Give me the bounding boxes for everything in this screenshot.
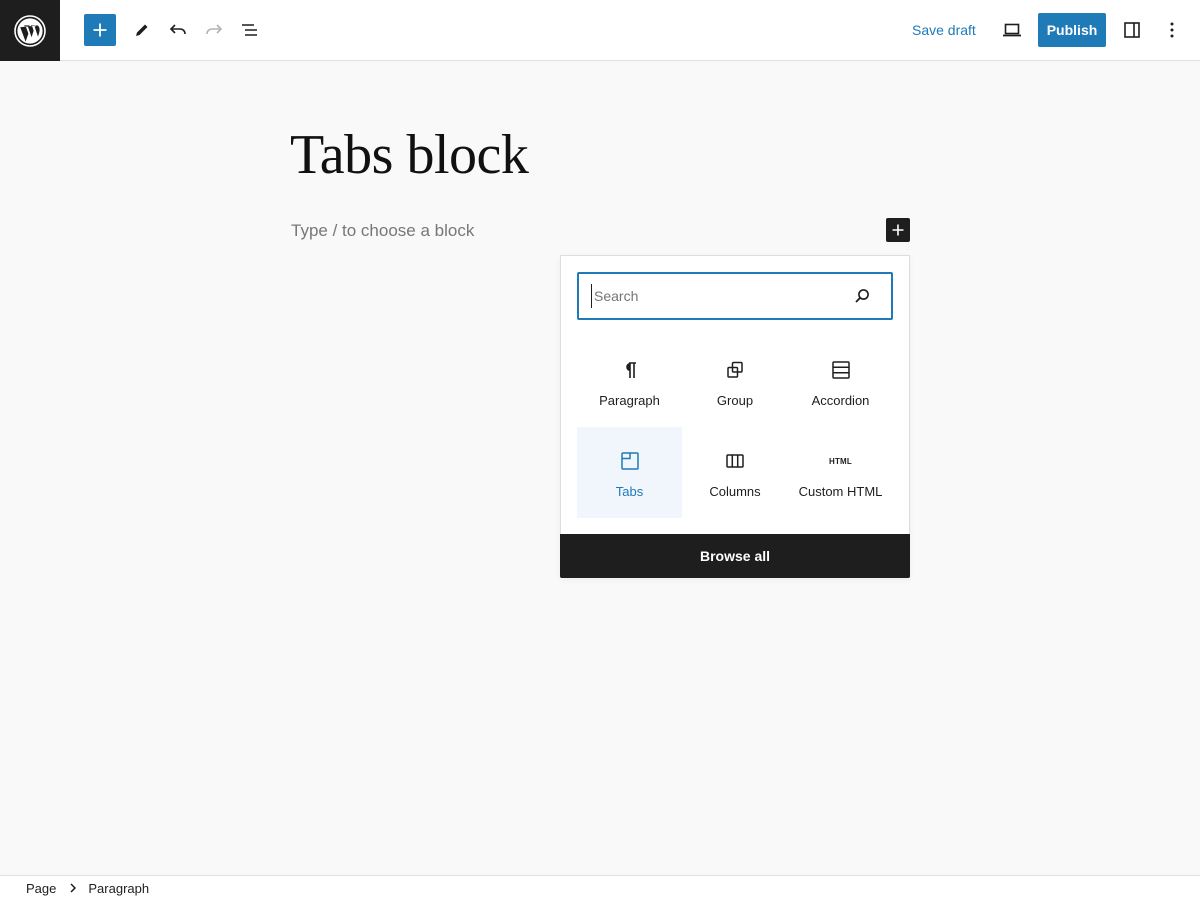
block-option-label: Group bbox=[716, 393, 754, 408]
browse-all-button[interactable]: Browse all bbox=[560, 534, 910, 578]
block-option-label: Accordion bbox=[811, 393, 870, 408]
post-title[interactable]: Tabs block bbox=[290, 123, 529, 187]
redo-button[interactable] bbox=[198, 14, 230, 46]
save-draft-button[interactable]: Save draft bbox=[904, 14, 984, 46]
undo-icon bbox=[169, 24, 186, 35]
redo-icon bbox=[206, 24, 223, 35]
inline-block-inserter-button[interactable] bbox=[886, 218, 910, 242]
block-option-label: Tabs bbox=[615, 484, 644, 499]
options-button[interactable] bbox=[1156, 14, 1188, 46]
block-option-columns[interactable]: Columns bbox=[682, 427, 788, 518]
block-option-label: Columns bbox=[709, 484, 761, 499]
wordpress-logo-button[interactable] bbox=[0, 0, 60, 61]
tools-button[interactable] bbox=[126, 14, 158, 46]
block-search-input[interactable] bbox=[591, 284, 841, 308]
wordpress-logo-icon bbox=[14, 14, 46, 47]
quick-inserter-popover: Paragraph Group Accordion Tabs Columns bbox=[560, 255, 910, 578]
block-option-accordion[interactable]: Accordion bbox=[788, 336, 893, 427]
paragraph-icon bbox=[625, 362, 636, 378]
tabs-icon bbox=[620, 452, 639, 470]
laptop-icon bbox=[1003, 23, 1021, 37]
chevron-right-icon bbox=[70, 883, 77, 893]
plus-icon bbox=[892, 224, 904, 236]
block-option-group[interactable]: Group bbox=[682, 336, 788, 427]
sidebar-icon bbox=[1124, 22, 1140, 38]
block-search-field bbox=[577, 272, 893, 320]
search-icon bbox=[855, 289, 869, 303]
settings-button[interactable] bbox=[1116, 14, 1148, 46]
editor-header: Save draft Publish bbox=[0, 0, 1200, 61]
vertical-ellipsis-icon bbox=[1170, 22, 1174, 38]
plus-icon bbox=[93, 23, 107, 37]
publish-button[interactable]: Publish bbox=[1038, 13, 1106, 47]
html-icon: HTML bbox=[828, 456, 852, 466]
block-option-paragraph[interactable]: Paragraph bbox=[577, 336, 682, 427]
block-types-list: Paragraph Group Accordion Tabs Columns H… bbox=[577, 336, 895, 518]
group-icon bbox=[727, 361, 743, 378]
block-option-custom-html[interactable]: HTML Custom HTML bbox=[788, 427, 893, 518]
block-option-tabs[interactable]: Tabs bbox=[577, 427, 682, 518]
empty-paragraph-placeholder[interactable]: Type / to choose a block bbox=[291, 221, 474, 241]
breadcrumb-item-paragraph[interactable]: Paragraph bbox=[88, 881, 149, 896]
preview-button[interactable] bbox=[996, 14, 1028, 46]
document-overview-button[interactable] bbox=[234, 14, 266, 46]
block-breadcrumb: Page Paragraph bbox=[0, 875, 1200, 900]
block-option-label: Paragraph bbox=[599, 393, 660, 408]
breadcrumb-item-page[interactable]: Page bbox=[26, 881, 56, 896]
undo-button[interactable] bbox=[162, 14, 194, 46]
block-option-label: Custom HTML bbox=[798, 484, 883, 499]
list-view-icon bbox=[242, 24, 257, 36]
accordion-icon bbox=[831, 361, 850, 379]
columns-icon bbox=[726, 454, 744, 468]
pencil-icon bbox=[136, 24, 148, 36]
block-inserter-toggle[interactable] bbox=[84, 14, 116, 46]
